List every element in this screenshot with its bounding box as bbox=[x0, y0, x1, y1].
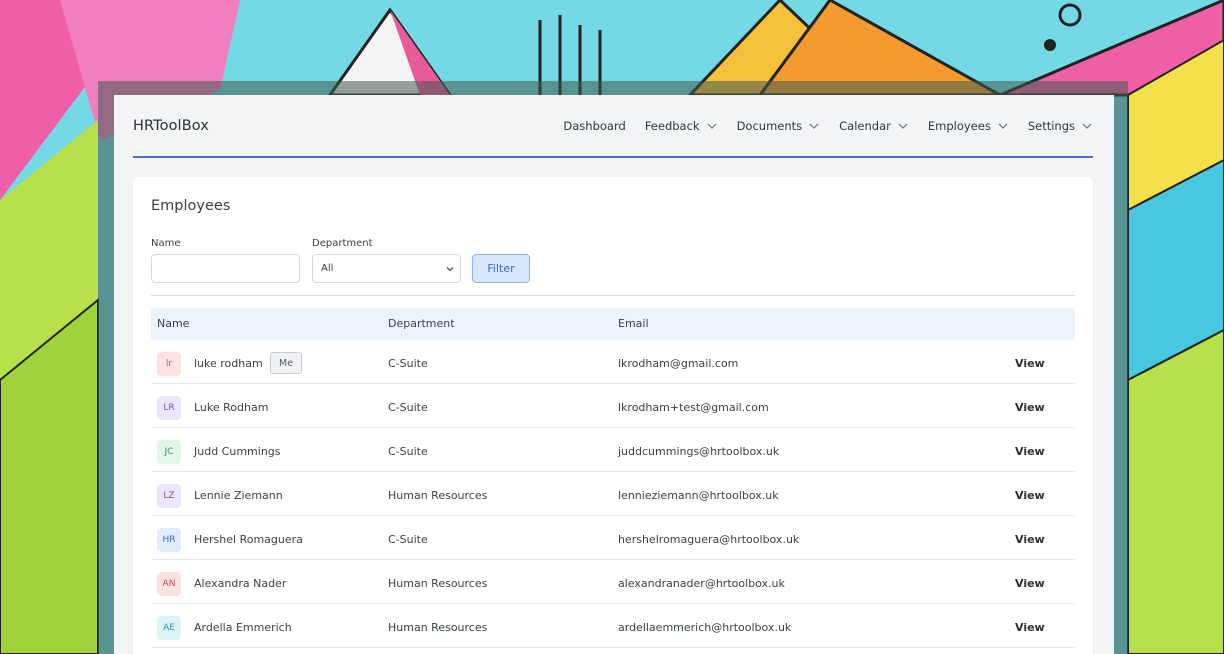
name-filter-input[interactable] bbox=[151, 254, 300, 283]
table-row[interactable]: JC Judd Cummings C-Suite juddcummings@hrtoo… bbox=[151, 428, 1075, 472]
nav-label: Dashboard bbox=[563, 118, 626, 133]
employee-department: C-Suite bbox=[388, 401, 428, 414]
avatar: lr bbox=[157, 352, 181, 376]
chevron-down-icon bbox=[898, 123, 908, 129]
department-select[interactable]: All bbox=[312, 254, 461, 283]
chevron-down-icon bbox=[1082, 123, 1092, 129]
page-title: Employees bbox=[151, 198, 231, 214]
employee-email: alexandranader@hrtoolbox.uk bbox=[618, 577, 785, 590]
nav-label: Employees bbox=[927, 118, 991, 133]
avatar: LZ bbox=[157, 484, 181, 508]
table-row[interactable]: AN Alexandra Nader Human Resources alexandr… bbox=[151, 560, 1075, 604]
employee-name: Judd Cummings bbox=[194, 445, 281, 458]
column-header-department[interactable]: Department bbox=[388, 317, 455, 330]
column-header-name[interactable]: Name bbox=[157, 317, 189, 330]
employee-email: juddcummings@hrtoolbox.uk bbox=[618, 445, 780, 458]
employee-name: Lennie Ziemann bbox=[194, 489, 283, 502]
view-link[interactable]: View bbox=[1015, 401, 1045, 414]
employee-name: luke rodham bbox=[194, 357, 263, 370]
nav-feedback[interactable]: Feedback bbox=[645, 119, 718, 133]
avatar: HR bbox=[157, 528, 181, 552]
employee-name: Luke Rodham bbox=[194, 401, 269, 414]
employees-card: Employees Name Department All Filter Nam… bbox=[133, 177, 1093, 654]
view-link[interactable]: View bbox=[1015, 621, 1045, 634]
nav-calendar[interactable]: Calendar bbox=[839, 119, 909, 133]
employee-name: Hershel Romaguera bbox=[194, 533, 303, 546]
employee-email: lennieziemann@hrtoolbox.uk bbox=[618, 489, 779, 502]
brand-logo[interactable]: HRToolBox bbox=[133, 118, 209, 134]
table-row[interactable]: lr luke rodham Me C-Suite lkrodham@gmail.com… bbox=[151, 340, 1075, 384]
nav-employees[interactable]: Employees bbox=[928, 119, 1009, 133]
main-nav: Dashboard Feedback Documents Calendar Em… bbox=[544, 119, 1093, 133]
employee-department: Human Resources bbox=[388, 489, 488, 502]
department-filter-label: Department bbox=[312, 238, 373, 249]
nav-documents[interactable]: Documents bbox=[737, 119, 821, 133]
avatar: AN bbox=[157, 572, 181, 596]
avatar: AE bbox=[157, 616, 181, 640]
table-row[interactable]: AE Ardella Emmerich Human Resources ardella… bbox=[151, 604, 1075, 648]
top-navbar: HRToolBox Dashboard Feedback Documents C… bbox=[133, 95, 1093, 158]
chevron-down-icon bbox=[446, 267, 454, 272]
nav-dashboard[interactable]: Dashboard bbox=[563, 119, 625, 133]
chevron-down-icon bbox=[707, 123, 717, 129]
employee-department: C-Suite bbox=[388, 533, 428, 546]
table-header: Name Department Email bbox=[151, 308, 1075, 340]
employee-table-body: lr luke rodham Me C-Suite lkrodham@gmail.com… bbox=[151, 340, 1075, 648]
view-link[interactable]: View bbox=[1015, 577, 1045, 590]
employee-email: lkrodham+test@gmail.com bbox=[618, 401, 769, 414]
avatar: LR bbox=[157, 396, 181, 420]
me-badge: Me bbox=[270, 352, 303, 374]
employee-department: Human Resources bbox=[388, 577, 488, 590]
view-link[interactable]: View bbox=[1015, 445, 1045, 458]
divider bbox=[151, 295, 1075, 296]
chevron-down-icon bbox=[998, 123, 1008, 129]
name-filter-label: Name bbox=[151, 238, 181, 249]
table-row[interactable]: LR Luke Rodham C-Suite lkrodham+test@gmail.… bbox=[151, 384, 1075, 428]
employee-name: Alexandra Nader bbox=[194, 577, 287, 590]
table-row[interactable]: LZ Lennie Ziemann Human Resources lenniezie… bbox=[151, 472, 1075, 516]
nav-label: Calendar bbox=[839, 118, 891, 133]
column-header-email[interactable]: Email bbox=[618, 317, 649, 330]
nav-label: Settings bbox=[1027, 118, 1075, 133]
employee-department: Human Resources bbox=[388, 621, 488, 634]
view-link[interactable]: View bbox=[1015, 357, 1045, 370]
employee-email: hershelromaguera@hrtoolbox.uk bbox=[618, 533, 800, 546]
view-link[interactable]: View bbox=[1015, 533, 1045, 546]
app-window: HRToolBox Dashboard Feedback Documents C… bbox=[114, 95, 1114, 654]
employee-name: Ardella Emmerich bbox=[194, 621, 292, 634]
table-row[interactable]: HR Hershel Romaguera C-Suite hershelromague… bbox=[151, 516, 1075, 560]
employee-email: ardellaemmerich@hrtoolbox.uk bbox=[618, 621, 792, 634]
employee-department: C-Suite bbox=[388, 445, 428, 458]
employee-department: C-Suite bbox=[388, 357, 428, 370]
nav-label: Feedback bbox=[644, 118, 700, 133]
department-select-value: All bbox=[321, 263, 334, 274]
chevron-down-icon bbox=[809, 123, 819, 129]
nav-settings[interactable]: Settings bbox=[1028, 119, 1093, 133]
nav-label: Documents bbox=[736, 118, 803, 133]
avatar: JC bbox=[157, 440, 181, 464]
filter-button[interactable]: Filter bbox=[472, 254, 530, 283]
view-link[interactable]: View bbox=[1015, 489, 1045, 502]
employee-email: lkrodham@gmail.com bbox=[618, 357, 739, 370]
